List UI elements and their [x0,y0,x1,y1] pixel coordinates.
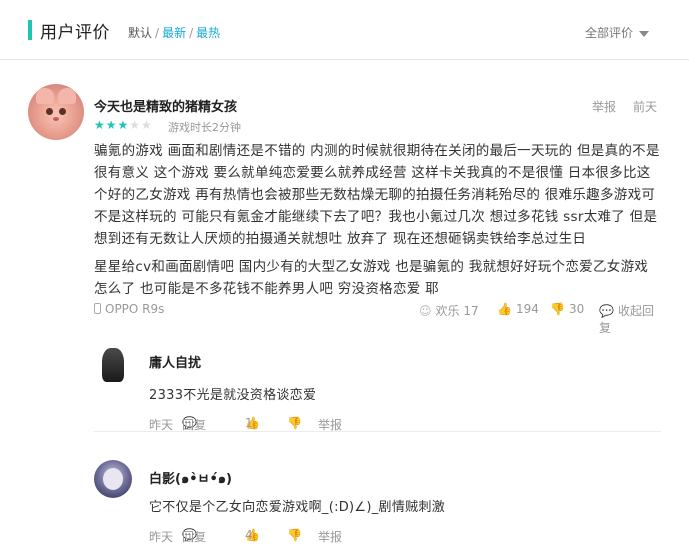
sort-newest[interactable]: 最新 [162,24,186,41]
review-meta: OPPO R9s ☺ 欢乐 17 👍 194 👎 30 💬 收起回复 [94,300,661,335]
reviews-header: 用户评价 默认 / 最新 / 最热 全部评价 [0,0,689,60]
smile-icon: ☺ [419,304,432,318]
thumbs-down-icon: 👎 [287,416,302,430]
thumbs-up-icon: 👍 [497,302,512,316]
section-accent-bar [28,20,32,40]
fun-count: 17 [463,304,479,318]
downvote-button[interactable]: 👎 30 [550,302,584,316]
sort-separator: / [155,26,160,40]
avatar-eye [59,108,66,115]
avatar[interactable] [28,84,84,140]
reply-label: 回复 [182,530,207,544]
reply-author[interactable]: 庸人自扰 [149,352,201,371]
avatar-eye [46,108,53,115]
review-paragraph: 星星给cv和画面剧情吧 国内少有的大型乙女游戏 也是骗氪的 我就想好好玩个恋爱乙… [94,259,649,297]
avatar[interactable] [94,460,132,498]
avatar-face [103,468,123,490]
section-title: 用户评价 [40,23,110,43]
upvote-count: 4 [245,528,253,542]
reply-text: 它不仅是个乙女向恋爱游戏啊_(:D)∠)_剧情贼刺激 [149,500,446,515]
sort-default[interactable]: 默认 [128,24,152,41]
upvote-count: 194 [515,302,539,316]
upvote-count: 1 [245,416,253,430]
phone-icon [94,303,101,314]
filter-label: 全部评价 [584,26,633,40]
review-date: 前天 [633,100,658,114]
reply-item: 白影(๑•̀ㅂ•́๑) 它不仅是个乙女向恋爱游戏啊_(:D)∠)_剧情贼刺激 昨… [94,446,661,544]
reply-date: 昨天 [149,530,174,544]
comment-icon: 💬 [599,304,614,318]
star-filled-icon: ★★★ [94,118,130,132]
star-rating: ★★★★★ [94,118,153,132]
downvote-count: 30 [568,302,585,316]
avatar-ear [36,88,54,104]
report-button[interactable]: 举报 [318,416,342,433]
avatar-figure [102,348,124,382]
star-empty-icon: ★★ [129,118,153,132]
review-filter-dropdown[interactable]: 全部评价 [585,24,649,41]
review-author[interactable]: 今天也是精致的猪精女孩 [94,96,237,115]
report-button[interactable]: 举报 [318,528,342,544]
review-paragraph: 骗氪的游戏 画面和剧情还是不错的 内测的时候就很期待在关闭的最后一天玩的 但是真… [94,143,660,247]
fun-button[interactable]: ☺ 欢乐 17 [419,302,479,319]
reply-date: 昨天 [149,418,174,432]
device-name: OPPO R9s [105,302,165,316]
fun-label: 欢乐 [435,304,460,318]
avatar-nose [53,117,59,121]
collapse-replies-button[interactable]: 💬 收起回复 [599,302,661,336]
caret-down-icon [639,30,649,37]
review-page: 用户评价 默认 / 最新 / 最热 全部评价 今天也是精致的猪精女孩 ★★★★★ 游戏时… [0,0,689,544]
upvote-button[interactable]: 👍 194 [497,302,539,316]
thumbs-down-icon: 👎 [550,302,565,316]
avatar[interactable] [94,346,132,384]
device-info: OPPO R9s [94,302,164,316]
review-content: 骗氪的游戏 画面和剧情还是不错的 内测的时候就很期待在关闭的最后一天玩的 但是真… [94,140,661,306]
reply-label: 回复 [182,418,207,432]
sort-hottest[interactable]: 最热 [196,24,220,41]
reply-text: 2333不光是就没资格谈恋爱 [149,388,317,403]
reply-author[interactable]: 白影(๑•̀ㅂ•́๑) [149,468,232,489]
avatar-ear [58,88,76,104]
reply-item: 庸人自扰 2333不光是就没资格谈恋爱 昨天 💬 回复 👍 1 👎 举报 [94,332,661,432]
sort-separator: / [189,26,194,40]
sort-options: 默认 / 最新 / 最热 [128,24,220,41]
thumbs-down-icon: 👎 [287,528,302,542]
report-button[interactable]: 举报 [592,98,616,115]
playtime: 游戏时长2分钟 [168,121,241,134]
